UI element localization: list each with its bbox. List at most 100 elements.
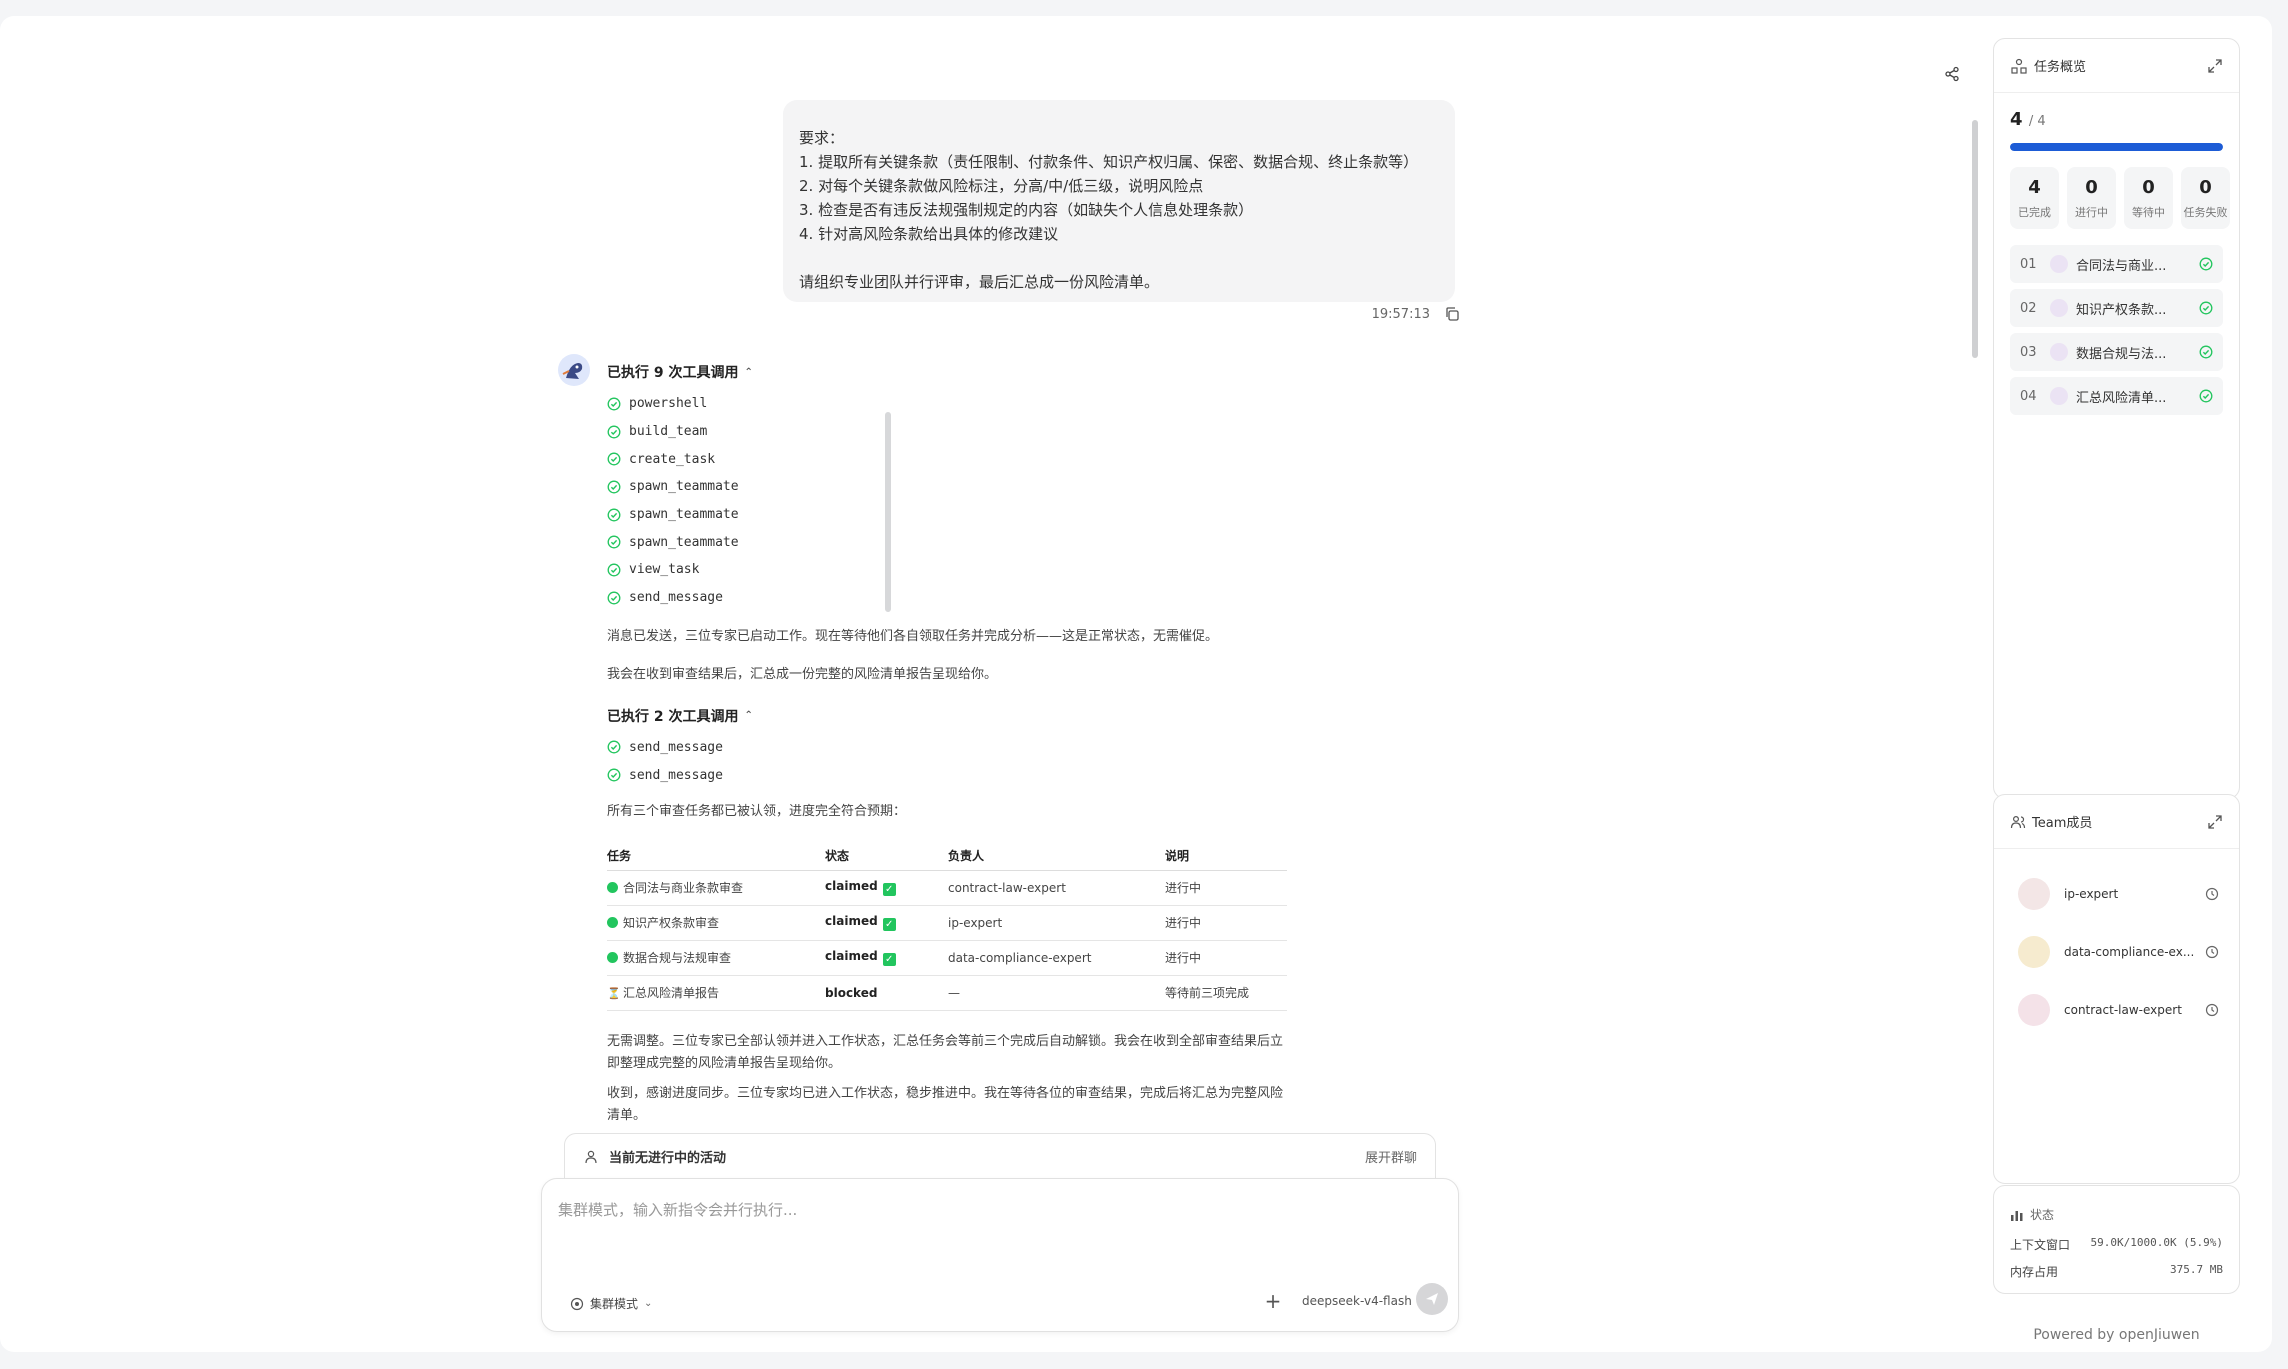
tool-calls-toggle[interactable]: 已执行 2 次工具调用 ⌃ <box>607 704 1447 728</box>
avatar <box>2050 299 2068 317</box>
tool-call-item[interactable]: send_message <box>607 584 1447 612</box>
task-cell: 知识产权条款审查 <box>607 905 825 941</box>
task-overview-panel: 任务概览 4 / 4 4 已完成 0 进行中 0 等待中 0 任务失败 01 合同法与商业… <box>1993 38 2240 799</box>
tool-name: build_team <box>629 424 708 440</box>
owner-cell: data-compliance-expert <box>948 940 1165 976</box>
memory-label: 内存占用 <box>2010 1265 2059 1279</box>
hourglass-icon: ⏳ <box>607 987 621 1001</box>
table-row: 知识产权条款审查 claimed ✓ ip-expert 进行中 <box>607 905 1287 941</box>
check-circle-icon <box>2199 389 2213 403</box>
task-item[interactable]: 01 合同法与商业... <box>2010 245 2223 283</box>
task-cell: 数据合规与法规审查 <box>607 940 825 976</box>
team-icon <box>585 1150 597 1163</box>
status-text: blocked <box>825 985 878 1000</box>
tool-call-item[interactable]: view_task <box>607 556 1447 584</box>
powered-by: Powered by openJiuwen <box>2033 1327 2200 1343</box>
tool-list-scrollbar[interactable] <box>885 412 891 612</box>
memory-row: 内存占用 375.7 MB <box>2010 1263 2223 1280</box>
tool-call-item[interactable]: spawn_teammate <box>607 501 1447 529</box>
expand-icon[interactable] <box>2207 58 2223 74</box>
stat-number: 0 <box>2142 177 2155 198</box>
column-header: 任务 <box>607 840 825 871</box>
check-circle-icon <box>607 591 621 605</box>
assistant-text: 我会在收到审查结果后，汇总成一份完整的风险清单报告呈现给你。 <box>607 666 998 682</box>
bar-chart-icon <box>2011 1210 2023 1221</box>
note-cell: 进行中 <box>1165 870 1287 906</box>
tool-call-item[interactable]: spawn_teammate <box>607 473 1447 501</box>
assistant-text: 所有三个审查任务都已被认领，进度完全符合预期： <box>607 803 907 819</box>
task-status-table: 任务 状态 负责人 说明 合同法与商业条款审查 claimed ✓ contrac… <box>607 840 1287 1011</box>
progress-bar <box>2010 143 2223 151</box>
task-item[interactable]: 03 数据合规与法... <box>2010 333 2223 371</box>
stat-failed: 0 任务失败 <box>2181 167 2230 229</box>
team-icon <box>2010 815 2026 828</box>
panel-header: Team成员 <box>1994 795 2239 849</box>
table-row: ⏳ 汇总风险清单报告 blocked — 等待前三项完成 <box>607 975 1287 1011</box>
share-button[interactable] <box>1940 62 1964 86</box>
table-row: 合同法与商业条款审查 claimed ✓ contract-law-expert … <box>607 870 1287 906</box>
chat-scrollbar[interactable] <box>1972 120 1978 358</box>
check-circle-icon <box>607 480 621 494</box>
send-button[interactable] <box>1416 1283 1448 1315</box>
task-stats: 4 已完成 0 进行中 0 等待中 0 任务失败 <box>2010 167 2230 229</box>
status-title: 状态 <box>2030 1208 2055 1222</box>
tool-call-item[interactable]: spawn_teammate <box>607 528 1447 556</box>
chat-area: 要求： 1. 提取所有关键条款（责任限制、付款条件、知识产权归属、保密、数据合规… <box>540 80 1460 1130</box>
done-count: 4 <box>2010 109 2023 130</box>
checkbox-checked-icon: ✓ <box>882 883 896 897</box>
tool-call-item[interactable]: create_task <box>607 445 1447 473</box>
note-cell: 进行中 <box>1165 905 1287 941</box>
tool-name: powershell <box>629 396 708 412</box>
clock-icon <box>2205 887 2219 901</box>
tool-call-item[interactable]: build_team <box>607 418 1447 446</box>
copy-icon[interactable] <box>1444 306 1460 322</box>
task-name: 合同法与商业... <box>2076 258 2167 274</box>
task-item[interactable]: 02 知识产权条款... <box>2010 289 2223 327</box>
task-name: 知识产权条款审查 <box>623 916 720 931</box>
activity-status: 当前无进行中的活动 <box>609 1151 727 1166</box>
send-icon <box>1426 1293 1438 1305</box>
team-member[interactable]: contract-law-expert <box>1994 981 2239 1039</box>
team-member[interactable]: ip-expert <box>1994 865 2239 923</box>
tool-name: send_message <box>629 739 723 755</box>
check-circle-icon <box>2199 345 2213 359</box>
task-item[interactable]: 04 汇总风险清单... <box>2010 377 2223 415</box>
task-name: 合同法与商业条款审查 <box>623 881 744 896</box>
tool-name: create_task <box>629 451 716 467</box>
team-member[interactable]: data-compliance-ex... <box>1994 923 2239 981</box>
stat-label: 任务失败 <box>2183 206 2228 219</box>
chevron-down-icon: ⌄ <box>644 1298 653 1309</box>
add-attachment-button[interactable]: + <box>1262 1289 1284 1313</box>
member-name: data-compliance-ex... <box>2064 945 2195 959</box>
stat-number: 0 <box>2199 177 2212 198</box>
task-name: 知识产权条款... <box>2076 302 2167 318</box>
expand-icon[interactable] <box>2207 814 2223 830</box>
tool-name: view_task <box>629 562 700 578</box>
tool-call-item[interactable]: powershell <box>607 390 1447 418</box>
task-index: 03 <box>2020 344 2037 360</box>
status-text: claimed <box>825 949 878 964</box>
message-input[interactable] <box>558 1199 1438 1259</box>
check-circle-icon <box>607 768 621 782</box>
total-count: / 4 <box>2028 114 2046 129</box>
assistant-text: 无需调整。三位专家已全部认领并进入工作状态，汇总任务会等前三个完成后自动解锁。我… <box>607 1033 1284 1071</box>
avatar <box>2018 878 2050 910</box>
user-message-line: 3. 检查是否有违反法规强制规定的内容（如缺失个人信息处理条款） <box>799 201 1254 219</box>
status-text: claimed <box>825 914 878 929</box>
message-time: 19:57:13 <box>1371 306 1430 322</box>
tool-calls-title: 已执行 2 次工具调用 <box>607 708 739 725</box>
avatar <box>2050 255 2068 273</box>
stat-completed: 4 已完成 <box>2010 167 2059 229</box>
tool-call-item[interactable]: send_message <box>607 761 1447 789</box>
message-composer: 集群模式 ⌄ + deepseek-v4-flash <box>541 1178 1459 1332</box>
tool-calls-toggle[interactable]: 已执行 9 次工具调用 ⌃ <box>607 360 1447 384</box>
model-selector[interactable]: deepseek-v4-flash <box>1302 1294 1412 1308</box>
tasks-icon <box>2011 58 2027 74</box>
mode-selector[interactable]: 集群模式 ⌄ <box>570 1295 652 1312</box>
column-header: 说明 <box>1165 840 1287 871</box>
expand-group-chat-button[interactable]: 展开群聊 <box>1365 1147 1417 1166</box>
tool-call-item[interactable]: send_message <box>607 734 1447 762</box>
plus-icon: + <box>1264 1289 1282 1313</box>
table-header-row: 任务 状态 负责人 说明 <box>607 840 1287 871</box>
clock-icon <box>2205 945 2219 959</box>
